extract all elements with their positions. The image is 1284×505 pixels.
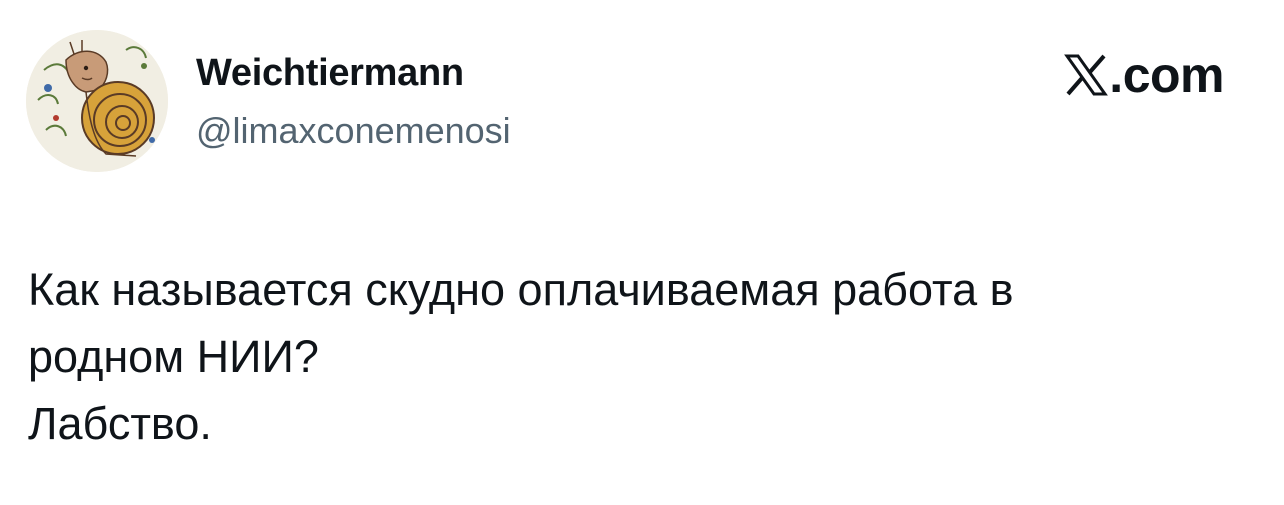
tweet-line: родном НИИ? <box>28 331 319 382</box>
brand-logo: .com <box>1064 47 1224 103</box>
tweet-card: Weichtiermann @limaxconemenosi .com Как … <box>0 0 1284 505</box>
user-handle[interactable]: @limaxconemenosi <box>196 110 511 152</box>
tweet-text: Как называется скудно оплачиваемая работ… <box>28 256 1258 457</box>
tweet-line: Как называется скудно оплачиваемая работ… <box>28 264 1014 315</box>
avatar[interactable] <box>26 30 168 172</box>
tweet-line: Лабство. <box>28 398 212 449</box>
snail-illustration-icon <box>26 30 168 172</box>
brand-domain: .com <box>1109 47 1224 103</box>
x-logo-icon <box>1064 54 1109 96</box>
display-name[interactable]: Weichtiermann <box>196 52 464 95</box>
